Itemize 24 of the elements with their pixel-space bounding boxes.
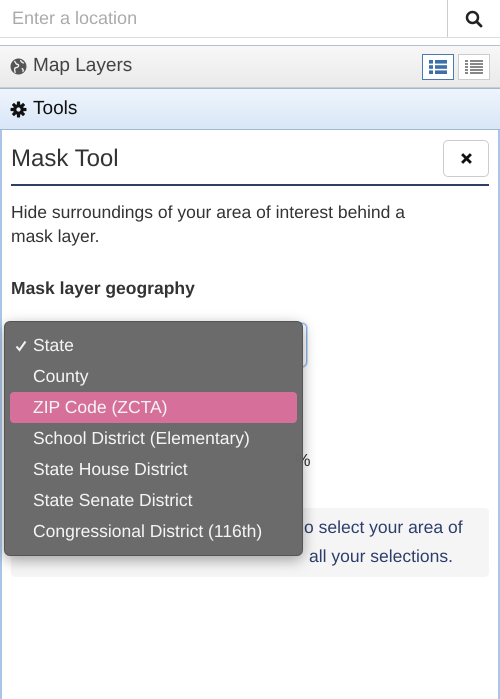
list-icon [464,58,484,74]
panel-title: Map Layers [33,54,132,78]
description-text: Hide surroundings of your area of interest behind a mask layer. [11,201,406,248]
tool-title: Mask Tool [11,144,119,174]
close-icon [460,153,472,164]
dropdown-option[interactable]: School District (Elementary) [10,423,297,454]
dropdown-option[interactable]: State House District [10,454,297,485]
info-text: o select your area of [304,516,464,540]
panel-title[interactable]: Tools [33,94,78,124]
view-toggle[interactable] [422,54,454,80]
field-label: Mask layer geography [11,277,196,300]
dropdown-option[interactable]: Congressional District (116th) [10,516,297,547]
dropdown-option[interactable]: State Senate District [10,485,297,516]
view-toggle[interactable] [458,54,490,80]
dropdown-option[interactable]: County [10,361,297,392]
globe-icon [10,58,27,75]
info-text: all your selections. [309,545,454,568]
check-icon [15,340,27,352]
dropdown-option[interactable]: ZIP Code (ZCTA) [10,392,297,423]
dropdown-option[interactable]: State [10,330,297,361]
close-button[interactable] [443,140,489,177]
gear-icon [10,100,27,118]
list-icon [428,58,448,74]
search-icon [465,10,483,28]
